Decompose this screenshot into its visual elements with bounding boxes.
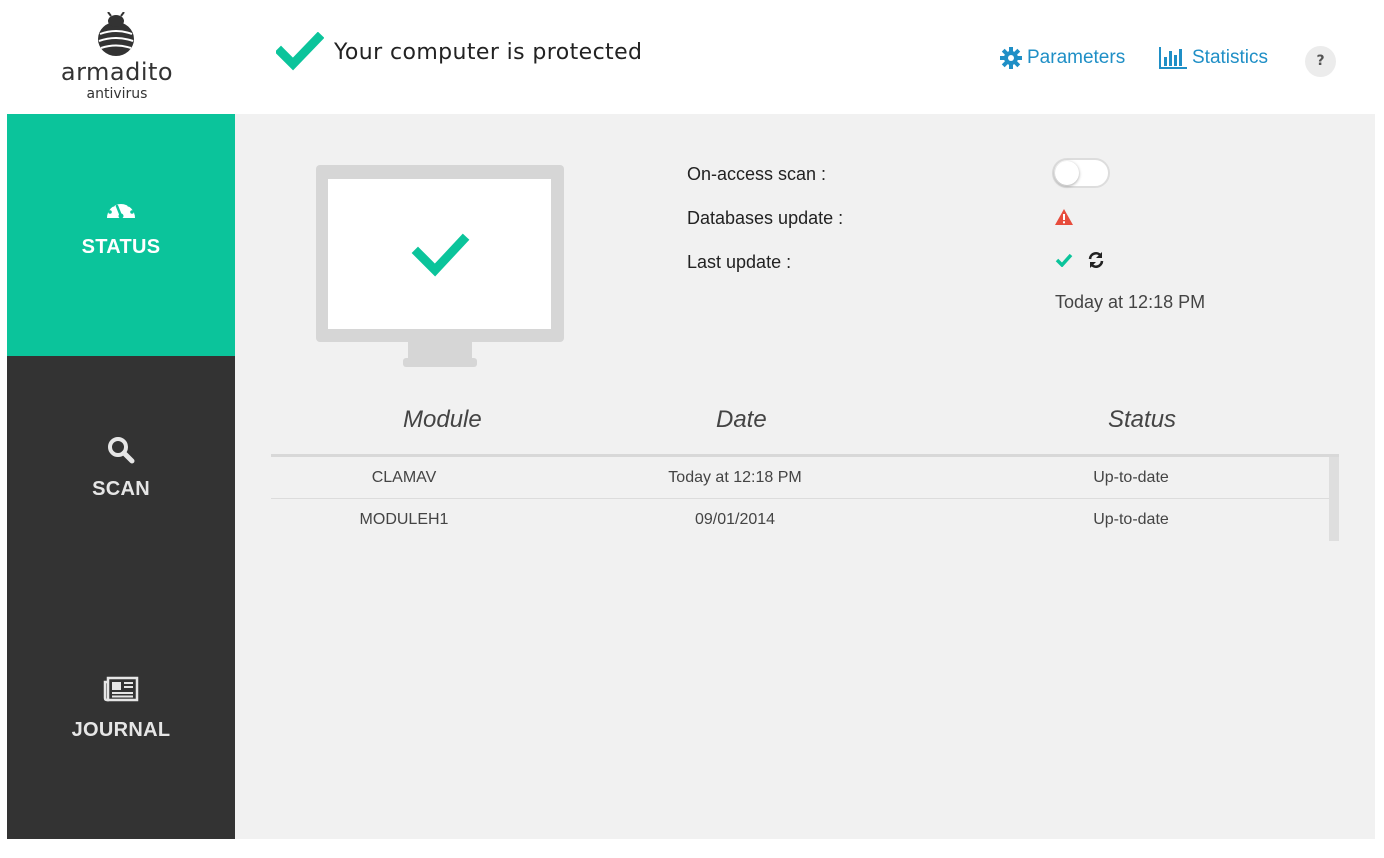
check-icon: [1055, 253, 1073, 267]
table-row: CLAMAV Today at 12:18 PM Up-to-date: [271, 457, 1329, 499]
table-row: MODULEH1 09/01/2014 Up-to-date: [271, 499, 1329, 541]
search-icon: [108, 437, 135, 464]
on-access-scan-label: On-access scan :: [687, 164, 827, 184]
gear-icon: [1000, 47, 1022, 69]
newspaper-icon: [103, 676, 139, 702]
refresh-icon[interactable]: [1087, 251, 1105, 269]
armadillo-logo-icon: [98, 12, 134, 56]
sidebar-item-scan[interactable]: SCAN: [7, 356, 235, 598]
table-scrollbar[interactable]: [1329, 457, 1339, 541]
protection-status-text: Your computer is protected: [334, 39, 643, 65]
app-logo: armadito antivirus: [52, 8, 182, 102]
help-button[interactable]: ?: [1305, 46, 1336, 77]
column-header-status: Status: [1108, 406, 1177, 433]
cell-module: CLAMAV: [371, 469, 437, 486]
warning-icon: [1055, 209, 1073, 225]
parameters-label: Parameters: [1027, 47, 1126, 68]
databases-update-label: Databases update :: [687, 208, 844, 228]
cell-date: Today at 12:18 PM: [668, 469, 802, 486]
cell-module: MODULEH1: [359, 511, 449, 528]
column-header-date: Date: [716, 406, 767, 433]
toggle-knob: [1055, 161, 1079, 185]
cell-date: 09/01/2014: [694, 511, 776, 528]
cell-status: Up-to-date: [1093, 511, 1169, 528]
sidebar: STATUS SCAN JOURNAL: [7, 114, 247, 840]
last-update-time: Today at 12:18 PM: [1055, 292, 1206, 312]
statistics-link[interactable]: Statistics: [1159, 44, 1268, 72]
protection-status: Your computer is protected: [276, 32, 642, 72]
on-access-scan-toggle[interactable]: [1052, 158, 1110, 188]
logo-name: armadito: [60, 58, 174, 86]
main-panel: On-access scan : Databases update : Last…: [235, 114, 1375, 839]
cell-status: Up-to-date: [1093, 469, 1169, 486]
sidebar-item-label: JOURNAL: [71, 719, 171, 741]
header: armadito antivirus Your computer is prot…: [0, 0, 1384, 114]
column-header-module: Module: [403, 406, 482, 433]
statistics-label: Statistics: [1192, 47, 1269, 68]
check-icon: [276, 32, 324, 71]
bar-chart-icon: [1159, 47, 1187, 69]
sidebar-item-journal[interactable]: JOURNAL: [7, 598, 235, 840]
gauge-icon: [107, 199, 135, 219]
last-update-label: Last update :: [687, 252, 792, 272]
sidebar-item-label: STATUS: [81, 236, 161, 258]
parameters-link[interactable]: Parameters: [1000, 44, 1125, 72]
logo-subtitle: antivirus: [86, 86, 148, 102]
sidebar-item-status[interactable]: STATUS: [7, 114, 235, 356]
monitor-icon: [316, 165, 564, 367]
sidebar-item-label: SCAN: [92, 478, 150, 500]
